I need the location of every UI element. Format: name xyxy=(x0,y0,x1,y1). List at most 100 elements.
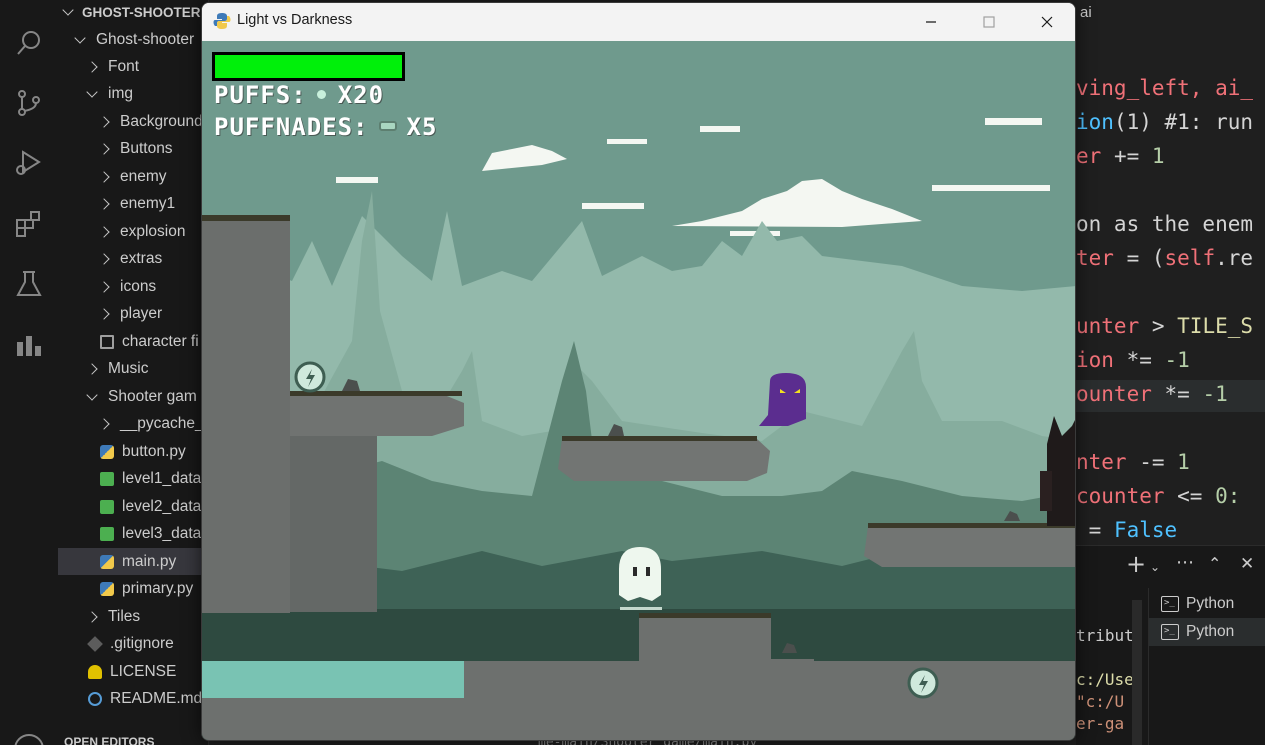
chevron-down-icon xyxy=(74,31,86,44)
folder-item[interactable]: explosion xyxy=(58,218,208,245)
license-icon xyxy=(88,664,102,679)
terminal-item[interactable]: >_ Python xyxy=(1149,590,1265,618)
extensions-icon[interactable] xyxy=(10,205,48,243)
game-canvas[interactable]: PUFFS: X20 PUFFNADES: X5 xyxy=(202,41,1075,740)
code-line: unter > TILE_S xyxy=(1076,314,1254,338)
window-titlebar[interactable]: Light vs Darkness xyxy=(202,3,1075,41)
chevron-right-icon xyxy=(98,417,110,430)
activity-bar xyxy=(0,0,58,745)
folder-item[interactable]: enemy1 xyxy=(58,190,208,217)
chevron-down-icon xyxy=(62,4,74,16)
new-terminal-plus-icon[interactable]: + xyxy=(1126,550,1146,578)
tree-item-label: LICENSE xyxy=(110,662,177,680)
source-control-icon[interactable] xyxy=(10,84,48,122)
folder-item[interactable]: Buttons xyxy=(58,135,208,162)
file-item[interactable]: level1_data xyxy=(58,465,208,492)
puffs-counter: PUFFS: X20 xyxy=(214,81,384,109)
folder-item[interactable]: player xyxy=(58,300,208,327)
chevron-right-icon xyxy=(98,307,110,320)
game-window[interactable]: Light vs Darkness PUFFS: X20 PUFFNADES: … xyxy=(201,2,1076,741)
close-icon xyxy=(1041,16,1053,28)
folder-item[interactable]: Font xyxy=(58,53,208,80)
terminal-scrollbar[interactable] xyxy=(1132,600,1142,745)
file-item[interactable]: level2_data xyxy=(58,493,208,520)
chevron-right-icon xyxy=(98,225,110,238)
folder-item[interactable]: enemy xyxy=(58,163,208,190)
terminal-icon: >_ xyxy=(1161,596,1179,612)
health-bar-fill xyxy=(215,55,402,78)
folder-item[interactable]: Music xyxy=(58,355,208,382)
run-debug-icon[interactable] xyxy=(10,143,48,181)
editor-tab-fragment[interactable]: ai xyxy=(1080,4,1092,21)
window-title: Light vs Darkness xyxy=(237,12,353,28)
python-file-icon xyxy=(100,581,114,596)
explorer-root[interactable]: GHOST-SHOOTER xyxy=(58,0,208,24)
explorer-root-label: GHOST-SHOOTER xyxy=(82,4,201,20)
tree-item-label: Background xyxy=(120,112,203,130)
minimize-button[interactable] xyxy=(902,3,960,41)
tree-item-label: player xyxy=(120,304,163,322)
tree-item-label: level3_data xyxy=(122,524,202,542)
folder-item[interactable]: img xyxy=(58,80,208,107)
info-icon xyxy=(88,691,102,706)
folder-item[interactable]: icons xyxy=(58,273,208,300)
puffnade-icon xyxy=(378,121,397,131)
right-platform xyxy=(864,526,1075,567)
chart-icon[interactable] xyxy=(10,325,48,363)
puffnades-counter: PUFFNADES: X5 xyxy=(214,113,437,141)
chevron-down-icon[interactable]: ⌄ xyxy=(1150,560,1160,574)
account-icon[interactable] xyxy=(14,734,44,745)
code-line: er += 1 xyxy=(1076,144,1165,168)
testing-flask-icon[interactable] xyxy=(10,265,48,303)
terminal-line: er-ga xyxy=(1076,714,1125,733)
search-icon[interactable] xyxy=(10,24,48,62)
tree-item-label: character fi xyxy=(122,332,199,350)
code-line: nter -= 1 xyxy=(1076,450,1190,474)
file-item[interactable]: level3_data xyxy=(58,520,208,547)
folder-item[interactable]: Shooter gam xyxy=(58,383,208,410)
puffnades-count: X5 xyxy=(406,113,438,141)
folder-item[interactable]: Ghost-shooter xyxy=(58,26,208,53)
close-button[interactable] xyxy=(1018,3,1075,41)
tree-item-label: primary.py xyxy=(122,579,194,597)
maximize-panel-icon[interactable]: ⌃ xyxy=(1208,554,1221,573)
file-item[interactable]: primary.py xyxy=(58,575,208,602)
file-item[interactable]: main.py xyxy=(58,548,208,575)
more-actions-icon[interactable]: ⋯ xyxy=(1176,552,1194,573)
file-item[interactable]: .gitignore xyxy=(58,630,208,657)
puff-icon xyxy=(316,89,326,99)
folder-item[interactable]: extras xyxy=(58,245,208,272)
python-file-icon xyxy=(100,554,114,569)
terminal-item-selected[interactable]: >_ Python xyxy=(1149,618,1265,646)
code-line: counter <= 0: xyxy=(1076,484,1241,508)
health-bar xyxy=(212,52,405,81)
tree-item-label: main.py xyxy=(122,552,177,570)
health-orb xyxy=(294,361,326,393)
folder-item[interactable]: Tiles xyxy=(58,603,208,630)
chevron-right-icon xyxy=(86,610,98,623)
tree-item-label: Shooter gam xyxy=(108,387,197,405)
file-item[interactable]: LICENSE xyxy=(58,658,208,685)
tree-item-label: extras xyxy=(120,249,163,267)
file-item[interactable]: README.md xyxy=(58,685,208,712)
file-item[interactable]: character fi xyxy=(58,328,208,355)
code-line: ter = (self.re xyxy=(1076,246,1254,270)
python-file-icon xyxy=(100,444,114,459)
minimize-icon xyxy=(926,21,936,23)
terminal-item-label: Python xyxy=(1186,623,1235,640)
code-line: on as the enem xyxy=(1076,212,1254,236)
tree-item-label: Ghost-shooter xyxy=(96,30,195,48)
folder-item[interactable]: Background xyxy=(58,108,208,135)
file-item[interactable]: button.py xyxy=(58,438,208,465)
code-line: ion *= -1 xyxy=(1076,348,1190,372)
open-editors-header[interactable]: OPEN EDITORS xyxy=(58,735,208,745)
maximize-button[interactable] xyxy=(960,3,1018,41)
folder-item[interactable]: __pycache_ xyxy=(58,410,208,437)
close-panel-icon[interactable]: ✕ xyxy=(1240,554,1254,574)
floating-platform xyxy=(558,439,770,481)
left-ledge xyxy=(290,394,464,436)
csv-file-icon xyxy=(100,471,114,486)
code-line: = False xyxy=(1076,518,1178,542)
terminal-line: c:/Use xyxy=(1076,670,1134,689)
tree-item-label: img xyxy=(108,84,133,102)
